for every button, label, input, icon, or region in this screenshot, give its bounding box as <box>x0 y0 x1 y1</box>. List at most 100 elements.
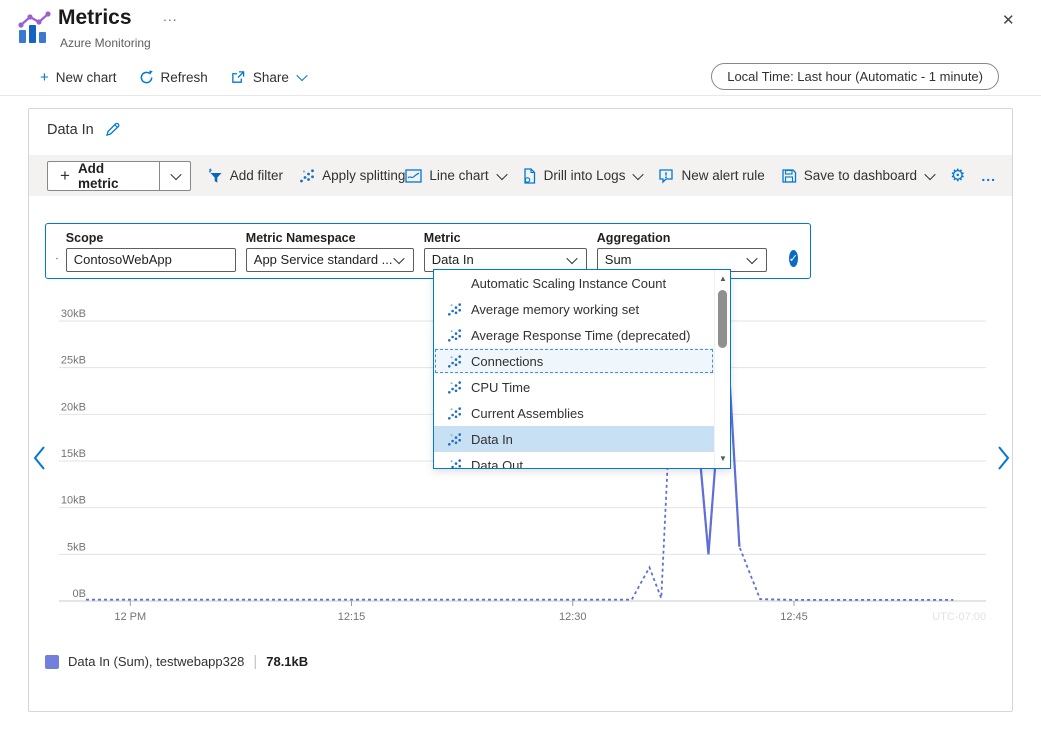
dropdown-item-label: CPU Time <box>471 380 530 395</box>
context-menu-button[interactable]: ... <box>163 8 178 24</box>
legend-divider: | <box>253 653 257 670</box>
scope-label: Scope <box>66 231 236 245</box>
legend-swatch <box>45 655 59 669</box>
svg-text:0B: 0B <box>73 588 86 600</box>
chart-title: Data In <box>47 122 94 138</box>
time-range-picker[interactable]: Local Time: Last hour (Automatic - 1 min… <box>711 63 999 90</box>
dropdown-item-label: Data Out <box>471 458 523 470</box>
drill-into-logs-button[interactable]: Drill into Logs <box>522 168 643 184</box>
dropdown-item[interactable]: Connections <box>434 348 714 374</box>
chevron-down-icon <box>924 168 935 179</box>
svg-text:12:45: 12:45 <box>780 611 808 623</box>
metric-icon <box>447 406 462 421</box>
metric-dropdown-list: Automatic Scaling Instance Count Average … <box>434 270 714 469</box>
metric-icon <box>447 302 462 317</box>
metric-field: Metric Data In <box>424 231 587 272</box>
metric-select[interactable]: Data In <box>424 248 587 272</box>
share-icon <box>230 70 246 85</box>
close-icon[interactable]: ✕ <box>996 9 1021 31</box>
dropdown-item[interactable]: Data Out <box>434 452 714 469</box>
add-filter-button[interactable]: Add filter <box>207 168 283 184</box>
new-chart-label: New chart <box>56 70 117 85</box>
dropdown-item[interactable]: Average memory working set <box>434 296 714 322</box>
add-metric-split-button[interactable]: + Add metric <box>47 161 191 191</box>
dropdown-item[interactable]: Data In <box>434 426 714 452</box>
dropdown-item[interactable]: Average Response Time (deprecated) <box>434 322 714 348</box>
dropdown-item[interactable]: Current Assemblies <box>434 400 714 426</box>
filter-icon <box>207 168 223 184</box>
save-to-dashboard-button[interactable]: Save to dashboard <box>781 168 934 184</box>
legend-series-value: 78.1kB <box>266 654 308 669</box>
drill-logs-icon <box>522 168 537 184</box>
metric-icon <box>447 354 462 369</box>
share-button[interactable]: Share <box>230 70 306 85</box>
chart-settings-button[interactable]: ⚙ <box>950 166 965 186</box>
metric-value: Data In <box>432 252 474 267</box>
svg-text:30kB: 30kB <box>61 308 86 320</box>
scroll-charts-right-icon[interactable] <box>997 445 1010 471</box>
namespace-select[interactable]: App Service standard ... <box>246 248 414 272</box>
icon-spacer <box>447 276 462 291</box>
refresh-button[interactable]: Refresh <box>139 70 208 85</box>
metrics-logo-icon <box>14 8 54 48</box>
scroll-up-icon[interactable]: ▲ <box>715 272 731 286</box>
top-toolbar: + New chart Refresh Share <box>40 62 306 92</box>
aggregation-label: Aggregation <box>597 231 767 245</box>
svg-text:10kB: 10kB <box>61 495 86 507</box>
svg-text:12:30: 12:30 <box>559 611 587 623</box>
refresh-icon <box>139 70 154 85</box>
apply-splitting-button[interactable]: Apply splitting <box>299 168 405 184</box>
new-alert-rule-button[interactable]: New alert rule <box>658 168 764 184</box>
metric-icon <box>447 432 462 447</box>
scope-input[interactable] <box>66 248 236 272</box>
chart-type-button[interactable]: Line chart <box>405 168 505 184</box>
scroll-down-icon[interactable]: ▼ <box>715 452 731 466</box>
dropdown-item-label: Data In <box>471 432 513 447</box>
dropdown-item[interactable]: CPU Time <box>434 374 714 400</box>
dropdown-item[interactable]: Automatic Scaling Instance Count <box>434 270 714 296</box>
save-icon <box>781 168 797 184</box>
metric-valid-check-icon: ✓ <box>789 250 798 267</box>
namespace-value: App Service standard ... <box>254 252 393 267</box>
splitting-icon <box>299 168 315 184</box>
chart-legend[interactable]: Data In (Sum), testwebapp328 | 78.1kB <box>45 653 308 670</box>
svg-text:12:15: 12:15 <box>338 611 366 623</box>
add-filter-label: Add filter <box>230 168 283 183</box>
refresh-label: Refresh <box>161 70 208 85</box>
resource-globe-icon <box>56 249 58 268</box>
namespace-label: Metric Namespace <box>246 231 414 245</box>
dropdown-scrollbar[interactable]: ▲ ▼ <box>714 270 730 468</box>
metrics-blade: Metrics ... Azure Monitoring ✕ + New cha… <box>0 0 1041 730</box>
plus-icon: + <box>40 70 49 85</box>
chart-toolbar: + Add metric Add filter <box>29 155 1012 196</box>
dropdown-item-label: Average Response Time (deprecated) <box>471 328 690 343</box>
scrollbar-thumb[interactable] <box>718 290 727 348</box>
dropdown-item-label: Current Assemblies <box>471 406 584 421</box>
chevron-down-icon <box>746 252 757 263</box>
plus-icon: + <box>60 166 70 186</box>
edit-title-icon[interactable] <box>104 121 121 138</box>
chart-type-label: Line chart <box>429 168 488 183</box>
apply-splitting-label: Apply splitting <box>322 168 405 183</box>
svg-text:12 PM: 12 PM <box>114 611 146 623</box>
scroll-charts-left-icon[interactable] <box>33 445 46 471</box>
metric-dropdown: Automatic Scaling Instance Count Average … <box>433 269 731 469</box>
share-label: Share <box>253 70 289 85</box>
chevron-down-icon <box>496 168 507 179</box>
namespace-field: Metric Namespace App Service standard ..… <box>246 231 414 272</box>
add-metric-chevron-button[interactable] <box>159 162 190 190</box>
dropdown-item-label: Automatic Scaling Instance Count <box>471 276 666 291</box>
new-chart-button[interactable]: + New chart <box>40 70 117 85</box>
aggregation-field: Aggregation Sum <box>597 231 767 272</box>
chart-card: Data In + Add metric <box>28 108 1013 712</box>
drill-into-logs-label: Drill into Logs <box>544 168 626 183</box>
alert-rule-icon <box>658 168 674 184</box>
ellipsis-icon: ... <box>981 168 996 184</box>
scope-field: Scope <box>66 231 236 272</box>
add-metric-button[interactable]: + Add metric <box>48 162 159 190</box>
aggregation-select[interactable]: Sum <box>597 248 767 272</box>
page-title: Metrics <box>58 6 132 30</box>
chart-more-button[interactable]: ... <box>981 168 996 184</box>
chevron-down-icon <box>393 252 404 263</box>
save-to-dashboard-label: Save to dashboard <box>804 168 917 183</box>
